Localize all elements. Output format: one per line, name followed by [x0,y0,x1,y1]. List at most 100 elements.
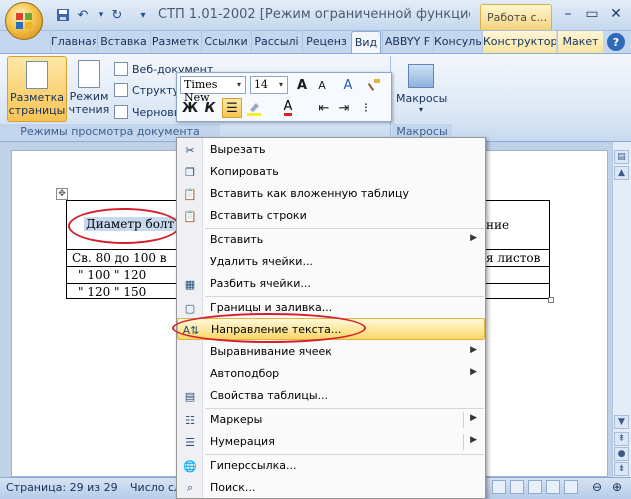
table-move-handle-icon[interactable]: ✥ [56,188,68,200]
menu-item-insert[interactable]: Вставить ▶ [177,229,485,251]
search-icon: ⌕ [186,481,194,494]
menu-item-delete-cells[interactable]: Удалить ячейки... [177,251,485,273]
menu-item-numbering[interactable]: ☰ Нумерация ▶ [177,431,485,453]
tab-mailings[interactable]: Рассылі [251,31,301,53]
menu-item-search[interactable]: ⌕ Поиск... [177,477,485,499]
menu-item-label: Маркеры [210,413,263,426]
next-page-icon[interactable]: ⇟ [614,462,629,476]
menu-item-copy[interactable]: ❐ Копировать [177,161,485,183]
office-button[interactable] [5,2,43,40]
font-name-dropdown-icon[interactable]: ▾ [237,80,241,89]
table-resize-handle[interactable] [548,297,554,303]
tab-consultant[interactable]: Консуль [433,31,481,53]
shrink-font-button[interactable]: A [312,75,332,95]
macros-label: Макросы [396,92,448,105]
tab-home[interactable]: Главная [50,31,96,53]
browse-object-icon[interactable]: ● [614,447,629,461]
maximize-icon[interactable]: ▭ [580,4,604,24]
menu-item-label: Гиперссылка... [210,459,297,472]
numbering-icon: ☰ [185,435,195,449]
ruler-toggle-icon[interactable]: ▤ [614,150,629,164]
menu-item-hyperlink[interactable]: 🌐 Гиперссылка... [177,455,485,477]
menu-item-split-cells[interactable]: ▦ Разбить ячейки... [177,273,485,295]
reading-mode-label-1: Режим [69,90,109,103]
menu-item-cell-alignment[interactable]: Выравнивание ячеек ▶ [177,341,485,363]
redo-icon[interactable]: ↻ [108,6,126,24]
font-size-dropdown-icon[interactable]: ▾ [279,80,283,89]
menu-item-label: Вставить [210,233,264,246]
tab-layout[interactable]: Макет [557,31,603,53]
print-layout-label-1: Разметка [9,91,65,104]
help-icon[interactable]: ? [607,33,625,51]
menu-item-paste-nested-table[interactable]: 📋 Вставить как вложенную таблицу [177,183,485,205]
table-cell-header-right[interactable]: ние [486,218,509,232]
tab-abbyy[interactable]: ABBYY F [382,31,432,53]
scroll-down-icon[interactable]: ▼ [614,415,629,429]
bold-button[interactable]: Ж [180,98,200,118]
submenu-arrow-icon: ▶ [470,367,477,377]
menu-item-bullets[interactable]: ☷ Маркеры ▶ [177,409,485,431]
customize-quick-access-icon[interactable]: ▾ [134,6,152,24]
center-align-icon[interactable]: ☰ [222,98,242,118]
hyperlink-icon: 🌐 [183,459,197,473]
tab-view[interactable]: Вид [351,31,381,53]
menu-item-label: Автоподбор [210,367,280,380]
format-painter-icon[interactable] [364,75,384,95]
zoom-out-icon[interactable]: ⊖ [590,480,604,494]
scroll-up-icon[interactable]: ▲ [614,166,629,180]
decrease-indent-icon[interactable]: ⇤ [314,98,334,118]
reading-view-icon[interactable] [510,480,524,494]
print-layout-button[interactable]: Разметка страницы [7,56,67,122]
copy-icon: ❐ [185,165,195,179]
print-layout-view-icon[interactable] [492,480,506,494]
highlight-icon[interactable] [244,98,264,118]
draft-label: Черновь [132,105,181,119]
submenu-arrow-icon: ▶ [470,233,477,243]
menu-item-table-properties[interactable]: ▤ Свойства таблицы... [177,385,485,407]
table-cell-row1-right[interactable]: я листов [486,251,540,265]
tab-review[interactable]: Реценз [302,31,350,53]
table-cell-row3[interactable]: " 120 " 150 [78,285,146,299]
save-icon[interactable] [54,6,72,24]
status-word-count[interactable]: Число сл [130,481,181,494]
previous-page-icon[interactable]: ⇞ [614,432,629,446]
reading-mode-button[interactable]: Режим чтения [68,56,110,122]
undo-icon[interactable]: ↶ [74,6,92,24]
menu-item-cut[interactable]: ✂ Вырезать [177,139,485,161]
draft-view-icon[interactable] [564,480,578,494]
menu-item-paste-rows[interactable]: 📋 Вставить строки [177,205,485,227]
close-icon[interactable]: ✕ [604,4,628,24]
menu-item-label: Свойства таблицы... [210,389,328,402]
tab-references[interactable]: Ссылки [201,31,250,53]
macros-button[interactable]: Макросы ▾ [396,60,448,122]
tab-design[interactable]: Конструктор [482,31,556,53]
bullets-toolbar-icon[interactable]: ⁝ [356,98,376,118]
tab-insert[interactable]: Вставка [97,31,149,53]
minimize-icon[interactable]: – [556,4,580,24]
outline-icon [114,83,128,97]
table-cell-row2[interactable]: " 100 " 120 [78,268,146,282]
macros-icon [408,64,434,88]
font-color-glyph: A [283,98,293,116]
office-logo-icon [16,13,32,29]
grow-font-button[interactable]: A [292,75,312,95]
web-layout-view-icon[interactable] [528,480,542,494]
annotation-oval [172,313,366,343]
italic-button[interactable]: К [200,98,220,118]
outline-view-icon[interactable] [546,480,560,494]
paste-icon: 📋 [183,209,197,223]
print-layout-label-2: страницы [8,104,66,117]
draft-button[interactable]: Черновь [114,103,180,121]
status-page-count[interactable]: Страница: 29 из 29 [6,481,118,494]
menu-item-label: Удалить ячейки... [210,255,313,268]
font-color-button[interactable]: A [278,98,298,118]
menu-item-label: Поиск... [210,481,256,494]
styles-icon[interactable]: A [338,75,358,95]
menu-item-label: Выравнивание ячеек [210,345,332,358]
increase-indent-icon[interactable]: ⇥ [334,98,354,118]
zoom-in-icon[interactable]: ⊕ [610,480,624,494]
submenu-arrow-icon: ▶ [470,413,477,423]
table-cell-row1[interactable]: Св. 80 до 100 в [72,251,167,265]
tab-page-layout[interactable]: Разметк [150,31,200,53]
menu-item-autofit[interactable]: Автоподбор ▶ [177,363,485,385]
